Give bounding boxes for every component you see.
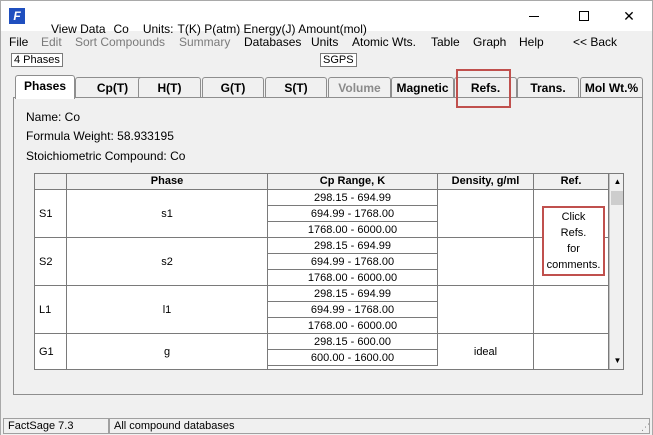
- col-header-cp-range[interactable]: Cp Range, K: [268, 174, 438, 190]
- tab-h[interactable]: H(T): [138, 77, 201, 98]
- status-bar: FactSage 7.3 All compound databases ⋰: [1, 417, 652, 435]
- annotation-line: comments.: [546, 259, 601, 271]
- table-cell-cp-range[interactable]: 298.15 - 694.99: [268, 238, 438, 254]
- table-cell-phase[interactable]: l1: [67, 286, 268, 334]
- menu-table[interactable]: Table: [431, 35, 460, 49]
- tab-strip: Phases Cp(T) H(T) G(T) S(T) Volume Magne…: [13, 75, 643, 99]
- click-refs-annotation: Click Refs. for comments.: [542, 206, 605, 276]
- scroll-thumb[interactable]: [611, 191, 623, 205]
- annotation-line: Refs.: [560, 227, 587, 239]
- factsage-app-icon: F: [9, 8, 25, 24]
- menu-summary[interactable]: Summary: [179, 35, 230, 49]
- table-cell-phase[interactable]: s2: [67, 238, 268, 286]
- resize-grip-icon[interactable]: ⋰: [638, 421, 650, 433]
- table-row-id[interactable]: S1: [35, 190, 67, 238]
- database-label: SGPS: [320, 53, 357, 67]
- tab-magnetic[interactable]: Magnetic: [391, 77, 454, 98]
- table-cell-cp-range[interactable]: 1768.00 - 6000.00: [268, 318, 438, 334]
- table-cell-cp-range[interactable]: 1768.00 - 6000.00: [268, 222, 438, 238]
- annotation-line: for: [567, 243, 580, 255]
- table-vertical-scrollbar[interactable]: ▲ ▼: [609, 174, 623, 369]
- table-cell-cp-range[interactable]: 600.00 - 1600.00: [268, 350, 438, 366]
- title-bar[interactable]: F View Data Co Units: T(K) P(atm) Energy(J)…: [1, 1, 652, 36]
- menu-sort-compounds[interactable]: Sort Compounds: [75, 35, 165, 49]
- table-cell-cp-range[interactable]: 298.15 - 694.99: [268, 286, 438, 302]
- table-cell-cp-range[interactable]: 298.15 - 600.00: [268, 334, 438, 350]
- minimize-icon: [529, 15, 539, 17]
- menu-units[interactable]: Units: [311, 35, 338, 49]
- table-cell-cp-range[interactable]: 694.99 - 1768.00: [268, 302, 438, 318]
- status-databases: All compound databases: [109, 418, 650, 434]
- table-cell-cp-range[interactable]: 694.99 - 1768.00: [268, 254, 438, 270]
- scroll-up-arrow-icon[interactable]: ▲: [610, 174, 623, 190]
- table-cell-phase[interactable]: s1: [67, 190, 268, 238]
- table-cell-ref[interactable]: [534, 286, 609, 334]
- maximize-icon: [579, 11, 589, 21]
- table-row-id[interactable]: G1: [35, 334, 67, 369]
- col-header-phase[interactable]: Phase: [67, 174, 268, 190]
- phase-count-label: 4 Phases: [11, 53, 63, 67]
- menu-bar: File Edit Sort Compounds Summary Databas…: [1, 33, 652, 51]
- tab-trans[interactable]: Trans.: [517, 77, 579, 98]
- formula-weight: Formula Weight: 58.933195: [26, 129, 174, 143]
- tab-refs[interactable]: Refs.: [454, 77, 517, 98]
- compound-name: Name: Co: [26, 110, 81, 124]
- annotation-line: Click: [561, 211, 586, 223]
- menu-edit[interactable]: Edit: [41, 35, 62, 49]
- table-cell-cp-range[interactable]: 1768.00 - 6000.00: [268, 270, 438, 286]
- minimize-button[interactable]: [511, 1, 557, 31]
- table-cell-density[interactable]: ideal: [438, 334, 534, 369]
- close-icon: ✕: [623, 7, 635, 24]
- table-cell-density[interactable]: [438, 286, 534, 334]
- table-cell-density[interactable]: [438, 190, 534, 238]
- table-cell-cp-range[interactable]: 298.15 - 694.99: [268, 190, 438, 206]
- menu-file[interactable]: File: [9, 35, 28, 49]
- table-row-id[interactable]: L1: [35, 286, 67, 334]
- menu-databases[interactable]: Databases: [244, 35, 301, 49]
- phase-table[interactable]: Phase Cp Range, K Density, g/ml Ref. S1 …: [34, 173, 624, 370]
- col-header-density[interactable]: Density, g/ml: [438, 174, 534, 190]
- menu-back[interactable]: << Back: [573, 35, 617, 49]
- view-data-window: F View Data Co Units: T(K) P(atm) Energy(J)…: [0, 0, 653, 435]
- menu-help[interactable]: Help: [519, 35, 544, 49]
- tab-s[interactable]: S(T): [265, 77, 327, 98]
- col-header-ref[interactable]: Ref.: [534, 174, 609, 190]
- table-cell-ref[interactable]: [534, 334, 609, 369]
- tab-volume[interactable]: Volume: [328, 77, 391, 98]
- col-header-id: [35, 174, 67, 190]
- menu-graph[interactable]: Graph: [473, 35, 506, 49]
- table-cell-density[interactable]: [438, 238, 534, 286]
- maximize-button[interactable]: [561, 1, 607, 31]
- tab-g[interactable]: G(T): [202, 77, 264, 98]
- stoichiometric-compound: Stoichiometric Compound: Co: [26, 149, 186, 163]
- close-button[interactable]: ✕: [606, 1, 652, 31]
- table-row-id[interactable]: S2: [35, 238, 67, 286]
- status-version: FactSage 7.3: [3, 418, 109, 434]
- menu-atomic-wts[interactable]: Atomic Wts.: [352, 35, 416, 49]
- tab-mol-wt[interactable]: Mol Wt.%: [580, 77, 643, 98]
- table-cell-phase[interactable]: g: [67, 334, 268, 369]
- tab-phases[interactable]: Phases: [15, 75, 75, 99]
- table-cell-cp-range[interactable]: 694.99 - 1768.00: [268, 206, 438, 222]
- scroll-down-arrow-icon[interactable]: ▼: [610, 353, 623, 369]
